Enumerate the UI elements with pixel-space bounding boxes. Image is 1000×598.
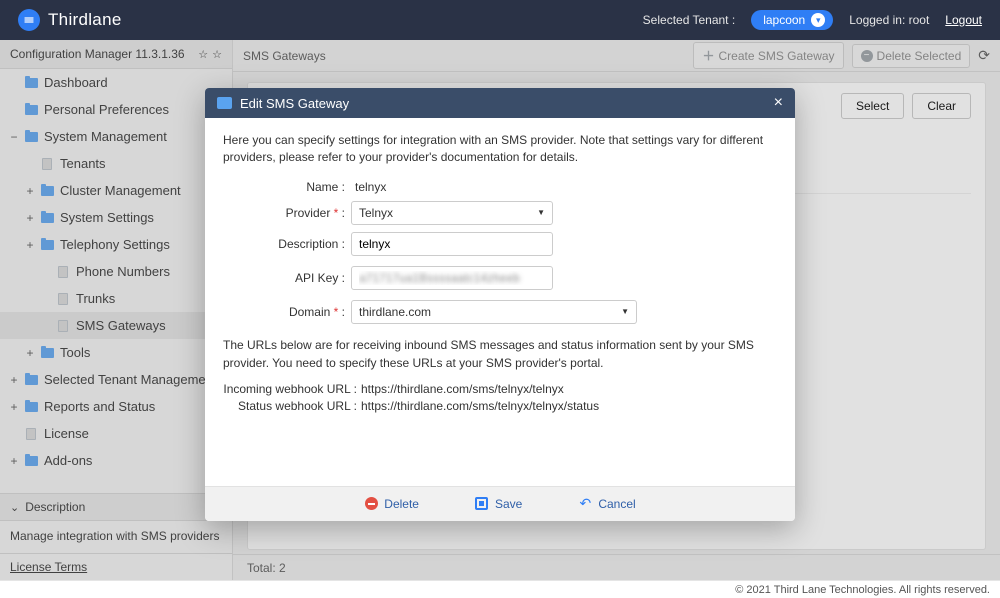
chevron-down-icon: ▾ [811,13,825,27]
undo-icon: ↶ [578,497,592,511]
domain-label: Domain * : [223,305,351,319]
tenant-value: lapcoon [763,13,805,27]
incoming-url-value: https://thirdlane.com/sms/telnyx/telnyx [361,382,564,396]
status-url-label: Status webhook URL : [223,399,361,413]
delete-button[interactable]: Delete [364,497,419,511]
app-name: Thirdlane [48,10,122,30]
cancel-button[interactable]: ↶ Cancel [578,497,635,511]
close-icon[interactable]: × [774,95,783,111]
logo-icon [18,9,40,31]
name-label: Name : [223,180,351,194]
provider-select[interactable]: Telnyx ▼ [351,201,553,225]
description-input[interactable] [351,232,553,256]
save-icon [475,497,488,510]
domain-select[interactable]: thirdlane.com ▼ [351,300,637,324]
footer: © 2021 Third Lane Technologies. All righ… [0,580,1000,598]
chevron-down-icon: ▼ [537,208,545,217]
modal-backdrop: Edit SMS Gateway × Here you can specify … [0,40,1000,580]
modal-footer: Delete Save ↶ Cancel [205,486,795,521]
chevron-down-icon: ▼ [621,307,629,316]
copyright: © 2021 Third Lane Technologies. All righ… [735,584,990,596]
webhook-note: The URLs below are for receiving inbound… [223,336,777,372]
app-header: Thirdlane Selected Tenant : lapcoon ▾ Lo… [0,0,1000,40]
status-url-value: https://thirdlane.com/sms/telnyx/telnyx/… [361,399,599,413]
logout-link[interactable]: Logout [945,13,982,27]
name-value: telnyx [351,180,386,194]
modal-title: Edit SMS Gateway [240,96,349,111]
tenant-selector[interactable]: lapcoon ▾ [751,10,833,30]
modal-header: Edit SMS Gateway × [205,88,795,118]
edit-sms-gateway-modal: Edit SMS Gateway × Here you can specify … [205,88,795,521]
api-key-input[interactable] [351,266,553,290]
delete-icon [365,497,378,510]
api-key-label: API Key : [223,271,351,285]
form-icon [217,97,232,109]
incoming-url-label: Incoming webhook URL : [223,382,361,396]
logged-in-label: Logged in: root [849,13,929,27]
tenant-label: Selected Tenant : [643,13,736,27]
provider-label: Provider * : [223,206,351,220]
save-button[interactable]: Save [475,497,522,511]
modal-intro: Here you can specify settings for integr… [223,132,777,166]
logo: Thirdlane [18,9,122,31]
description-label: Description : [223,237,351,251]
